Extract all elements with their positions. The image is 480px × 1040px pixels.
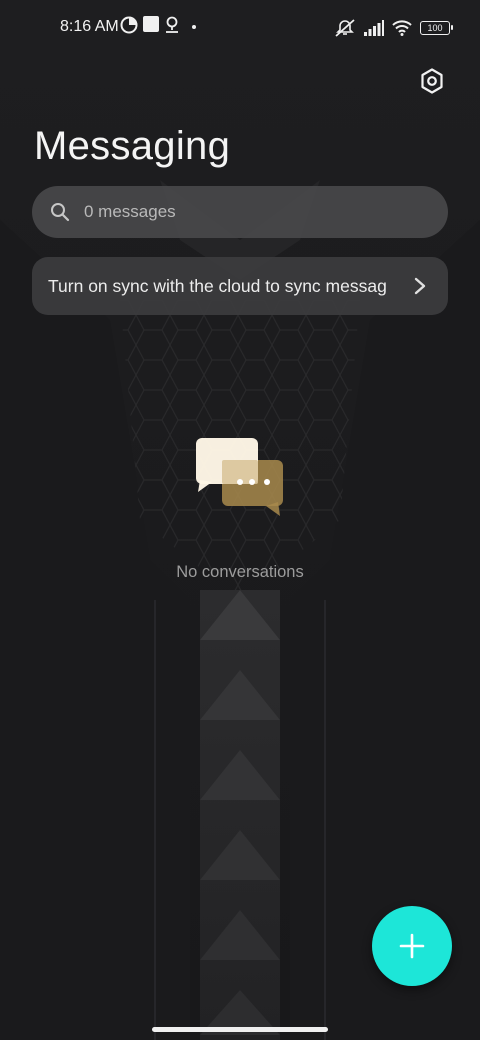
home-indicator[interactable] [152, 1027, 328, 1032]
sync-banner[interactable]: Turn on sync with the cloud to sync mess… [32, 257, 448, 315]
battery-icon: 100 [420, 21, 453, 35]
status-right-icons: 100 [334, 16, 453, 40]
search-bar[interactable] [32, 186, 448, 238]
battery-level: 100 [427, 23, 443, 33]
empty-state-text: No conversations [176, 563, 304, 581]
page-title: Messaging [34, 124, 231, 168]
location-pin-icon [166, 16, 178, 33]
gear-icon [421, 68, 443, 94]
chat-bubbles-icon [196, 438, 283, 516]
square-notification-icon [143, 16, 159, 32]
mute-icon [335, 19, 355, 37]
plus-icon [399, 933, 425, 959]
settings-button[interactable] [412, 64, 452, 98]
dot-icon [192, 25, 196, 29]
new-conversation-button[interactable] [372, 906, 452, 986]
signal-icon [364, 20, 384, 36]
sync-banner-text: Turn on sync with the cloud to sync mess… [48, 275, 387, 296]
data-saver-icon [120, 16, 138, 34]
wifi-icon [392, 20, 412, 36]
status-time: 8:16 AM [60, 18, 119, 35]
search-input[interactable] [82, 201, 406, 223]
search-icon [51, 203, 70, 222]
status-bar: 8:16 AM 100 [0, 0, 480, 56]
chevron-right-icon [414, 277, 426, 295]
